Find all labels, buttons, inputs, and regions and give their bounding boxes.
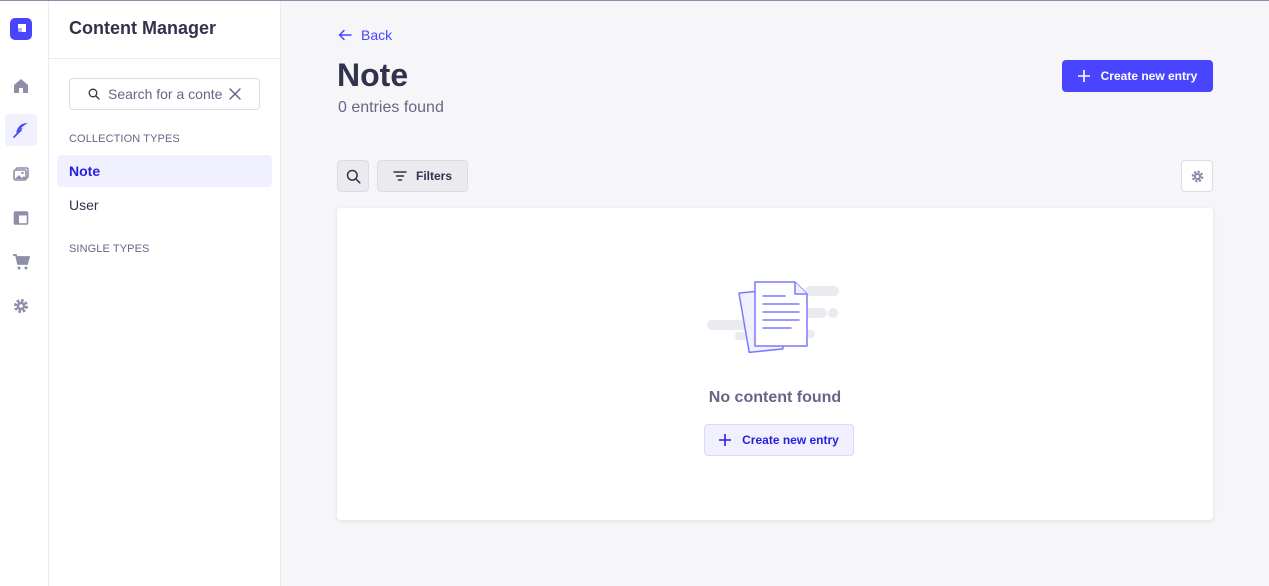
search-input[interactable]: [108, 86, 222, 102]
create-new-entry-button[interactable]: Create new entry: [1062, 60, 1213, 92]
nav-media-library[interactable]: [5, 158, 37, 190]
nav-marketplace[interactable]: [5, 246, 37, 278]
sidebar-item-note[interactable]: Note: [57, 155, 272, 187]
strapi-logo[interactable]: [10, 18, 32, 40]
empty-state-message: No content found: [708, 389, 842, 406]
main-content: Back Note 0 entries found Create new ent…: [281, 1, 1269, 586]
arrow-left-icon: [338, 29, 352, 41]
empty-state-create-label: Create new entry: [742, 433, 839, 447]
content-manager-sidebar: Content Manager COLLECTION TYPES Note Us…: [49, 1, 281, 586]
empty-state-create-button[interactable]: Create new entry: [704, 424, 854, 456]
main-nav-rail: [0, 1, 49, 586]
home-icon: [14, 79, 28, 93]
sidebar-divider: [49, 58, 281, 59]
back-label: Back: [361, 27, 393, 43]
clear-search-icon[interactable]: [228, 87, 242, 101]
marketplace-cart-icon: [13, 254, 30, 270]
content-manager-feather-icon: [13, 123, 28, 138]
sidebar-title: Content Manager: [69, 18, 217, 38]
list-settings-button[interactable]: [1181, 160, 1213, 192]
list-search-button[interactable]: [337, 160, 369, 192]
filters-label: Filters: [415, 169, 452, 183]
nav-content-manager[interactable]: [5, 114, 37, 146]
entries-count: 0 entries found: [338, 99, 444, 116]
content-type-builder-icon: [13, 211, 29, 225]
filters-button[interactable]: Filters: [377, 160, 468, 192]
search-icon: [88, 88, 100, 100]
empty-documents-illustration: [707, 281, 839, 354]
sidebar-item-user[interactable]: User: [57, 189, 272, 221]
search-icon: [346, 169, 361, 184]
nav-settings[interactable]: [5, 290, 37, 322]
content-type-search: [69, 78, 260, 110]
gear-icon: [1191, 170, 1203, 182]
empty-state-card: No content found Create new entry: [337, 208, 1213, 520]
collection-types-heading: COLLECTION TYPES: [69, 133, 180, 145]
strapi-logo-icon: [18, 24, 26, 32]
plus-icon: [719, 434, 732, 446]
nav-home[interactable]: [5, 70, 37, 102]
plus-icon: [1077, 70, 1090, 82]
page-title: Note: [337, 57, 409, 93]
media-library-icon: [13, 167, 29, 181]
back-link[interactable]: Back: [338, 27, 392, 43]
create-new-entry-label: Create new entry: [1100, 69, 1198, 83]
filter-icon: [393, 171, 407, 181]
nav-content-type-builder[interactable]: [5, 202, 37, 234]
single-types-heading: SINGLE TYPES: [69, 243, 150, 255]
settings-gear-icon: [14, 299, 28, 313]
